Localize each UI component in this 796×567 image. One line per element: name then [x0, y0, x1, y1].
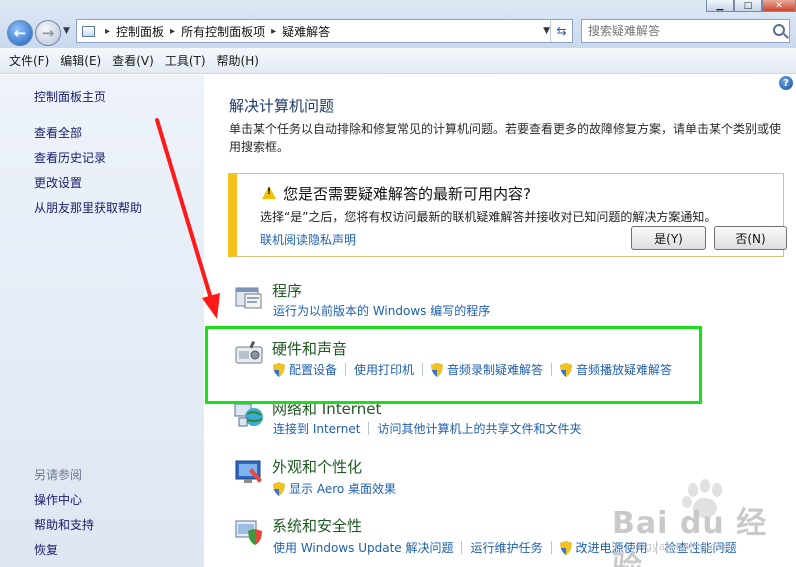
- category-title-programs[interactable]: 程序: [272, 280, 302, 301]
- category-title-network-internet[interactable]: 网络和 Internet: [272, 398, 381, 419]
- sidebar-link-view-all[interactable]: 查看全部: [34, 124, 82, 141]
- breadcrumb-all-items[interactable]: 所有控制面板项: [181, 23, 265, 40]
- system-security-icon[interactable]: [233, 515, 265, 547]
- close-icon: ✕: [775, 0, 783, 11]
- recent-pages-dropdown[interactable]: ▼: [63, 26, 70, 36]
- maximize-button[interactable]: □: [734, 0, 762, 12]
- search-box[interactable]: [581, 19, 790, 43]
- menu-help[interactable]: 帮助(H): [217, 52, 259, 69]
- address-dropdown-icon[interactable]: ▼: [543, 26, 550, 36]
- minimize-icon: ▁: [716, 0, 724, 11]
- refresh-icon: ⇆: [556, 24, 567, 38]
- uac-shield-icon: [431, 362, 444, 377]
- navigation-bar: ← → ▼ ▸ 控制面板 ▸ 所有控制面板项 ▸ 疑难解答 ▼ ⇆ ▁ □ ✕: [0, 0, 796, 48]
- warning-icon: [262, 186, 276, 199]
- chevron-right-icon[interactable]: ▸: [271, 26, 276, 37]
- page-description: 单击某个任务以自动排除和修复常见的计算机问题。若要查看更多的故障修复方案，请单击…: [229, 122, 782, 154]
- menu-edit[interactable]: 编辑(E): [60, 52, 101, 69]
- sidebar-link-change-settings[interactable]: 更改设置: [34, 174, 82, 191]
- notice-title: 您是否需要疑难解答的最新可用内容?: [283, 185, 531, 203]
- hardware-sound-icon[interactable]: [233, 337, 265, 369]
- link-audio-recording-troubleshoot[interactable]: 音频录制疑难解答: [447, 361, 543, 378]
- programs-icon[interactable]: [233, 280, 265, 312]
- sidebar-link-action-center[interactable]: 操作中心: [34, 491, 82, 508]
- watermark-text: Bai du 经验: [612, 506, 768, 567]
- category-title-appearance[interactable]: 外观和个性化: [272, 456, 362, 477]
- category-links-appearance: 显示 Aero 桌面效果: [273, 480, 396, 497]
- menu-tools[interactable]: 工具(T): [165, 52, 206, 69]
- link-windows-update[interactable]: 使用 Windows Update 解决问题: [273, 539, 453, 556]
- privacy-statement-link[interactable]: 联机阅读隐私声明: [260, 231, 356, 248]
- category-title-hardware-sound[interactable]: 硬件和声音: [272, 338, 347, 359]
- category-links-hardware-sound: 配置设备 使用打印机 音频录制疑难解答 音频播放疑难解答: [273, 361, 672, 378]
- menu-view[interactable]: 查看(V): [112, 52, 154, 69]
- link-maintenance-tasks[interactable]: 运行维护任务: [470, 539, 542, 556]
- link-shared-files[interactable]: 访问其他计算机上的共享文件和文件夹: [377, 420, 581, 437]
- notice-text: 选择“是”之后，您将有权访问最新的联机疑难解答并接收对已知问题的解决方案通知。: [260, 210, 717, 224]
- link-separator: [368, 422, 370, 435]
- appearance-icon[interactable]: [233, 456, 265, 488]
- chevron-right-icon[interactable]: ▸: [170, 26, 175, 37]
- search-input[interactable]: [588, 24, 768, 38]
- minimize-button[interactable]: ▁: [706, 0, 734, 12]
- sidebar-link-get-help-from-friend[interactable]: 从朋友那里获取帮助: [34, 199, 142, 216]
- watermark-subtext: jingyan.baidu.com: [632, 540, 734, 553]
- sidebar-link-help-support[interactable]: 帮助和支持: [34, 516, 94, 533]
- maximize-icon: □: [743, 0, 753, 11]
- no-button[interactable]: 否(N): [714, 226, 787, 250]
- menu-bar: 文件(F) 编辑(E) 查看(V) 工具(T) 帮助(H): [0, 48, 796, 74]
- category-title-system-security[interactable]: 系统和安全性: [272, 515, 362, 536]
- search-icon[interactable]: [773, 24, 785, 36]
- chevron-right-icon[interactable]: ▸: [105, 26, 110, 37]
- back-button[interactable]: ←: [7, 20, 33, 46]
- uac-shield-icon: [559, 540, 572, 555]
- control-panel-icon: [77, 21, 99, 41]
- refresh-button[interactable]: ⇆: [550, 20, 572, 42]
- link-separator: [345, 363, 347, 376]
- uac-shield-icon: [273, 481, 285, 496]
- link-run-older-programs[interactable]: 运行为以前版本的 Windows 编写的程序: [273, 302, 490, 319]
- arrow-left-icon: ←: [13, 24, 27, 42]
- forward-button[interactable]: →: [35, 20, 61, 46]
- network-icon[interactable]: [233, 398, 265, 430]
- link-connect-internet[interactable]: 连接到 Internet: [273, 420, 360, 437]
- page-title: 解决计算机问题: [229, 97, 335, 115]
- update-notice: 您是否需要疑难解答的最新可用内容? 选择“是”之后，您将有权访问最新的联机疑难解…: [228, 173, 787, 257]
- uac-shield-icon: [560, 362, 573, 377]
- menu-file[interactable]: 文件(F): [9, 52, 49, 69]
- breadcrumb-control-panel[interactable]: 控制面板: [116, 23, 164, 40]
- link-configure-device[interactable]: 配置设备: [289, 361, 337, 378]
- link-use-printer[interactable]: 使用打印机: [354, 361, 414, 378]
- sidebar-link-view-history[interactable]: 查看历史记录: [34, 149, 106, 166]
- link-separator: [461, 541, 463, 554]
- address-bar[interactable]: ▸ 控制面板 ▸ 所有控制面板项 ▸ 疑难解答 ▼ ⇆: [76, 19, 573, 43]
- sidebar-link-recovery[interactable]: 恢复: [34, 541, 58, 558]
- link-separator: [551, 363, 553, 376]
- help-icon[interactable]: ?: [779, 76, 793, 90]
- link-audio-playback-troubleshoot[interactable]: 音频播放疑难解答: [576, 361, 672, 378]
- close-button[interactable]: ✕: [762, 0, 796, 12]
- category-links-network-internet: 连接到 Internet 访问其他计算机上的共享文件和文件夹: [273, 420, 581, 437]
- see-also-heading: 另请参阅: [34, 468, 83, 482]
- link-separator: [422, 363, 424, 376]
- uac-shield-icon: [273, 362, 285, 377]
- arrow-right-icon: →: [41, 24, 55, 42]
- link-aero-effects[interactable]: 显示 Aero 桌面效果: [289, 480, 396, 497]
- breadcrumb-troubleshooting[interactable]: 疑难解答: [282, 23, 330, 40]
- yes-button[interactable]: 是(Y): [631, 226, 706, 250]
- link-separator: [550, 541, 552, 554]
- category-links-programs: 运行为以前版本的 Windows 编写的程序: [273, 302, 490, 319]
- sidebar-link-control-panel-home[interactable]: 控制面板主页: [34, 88, 106, 105]
